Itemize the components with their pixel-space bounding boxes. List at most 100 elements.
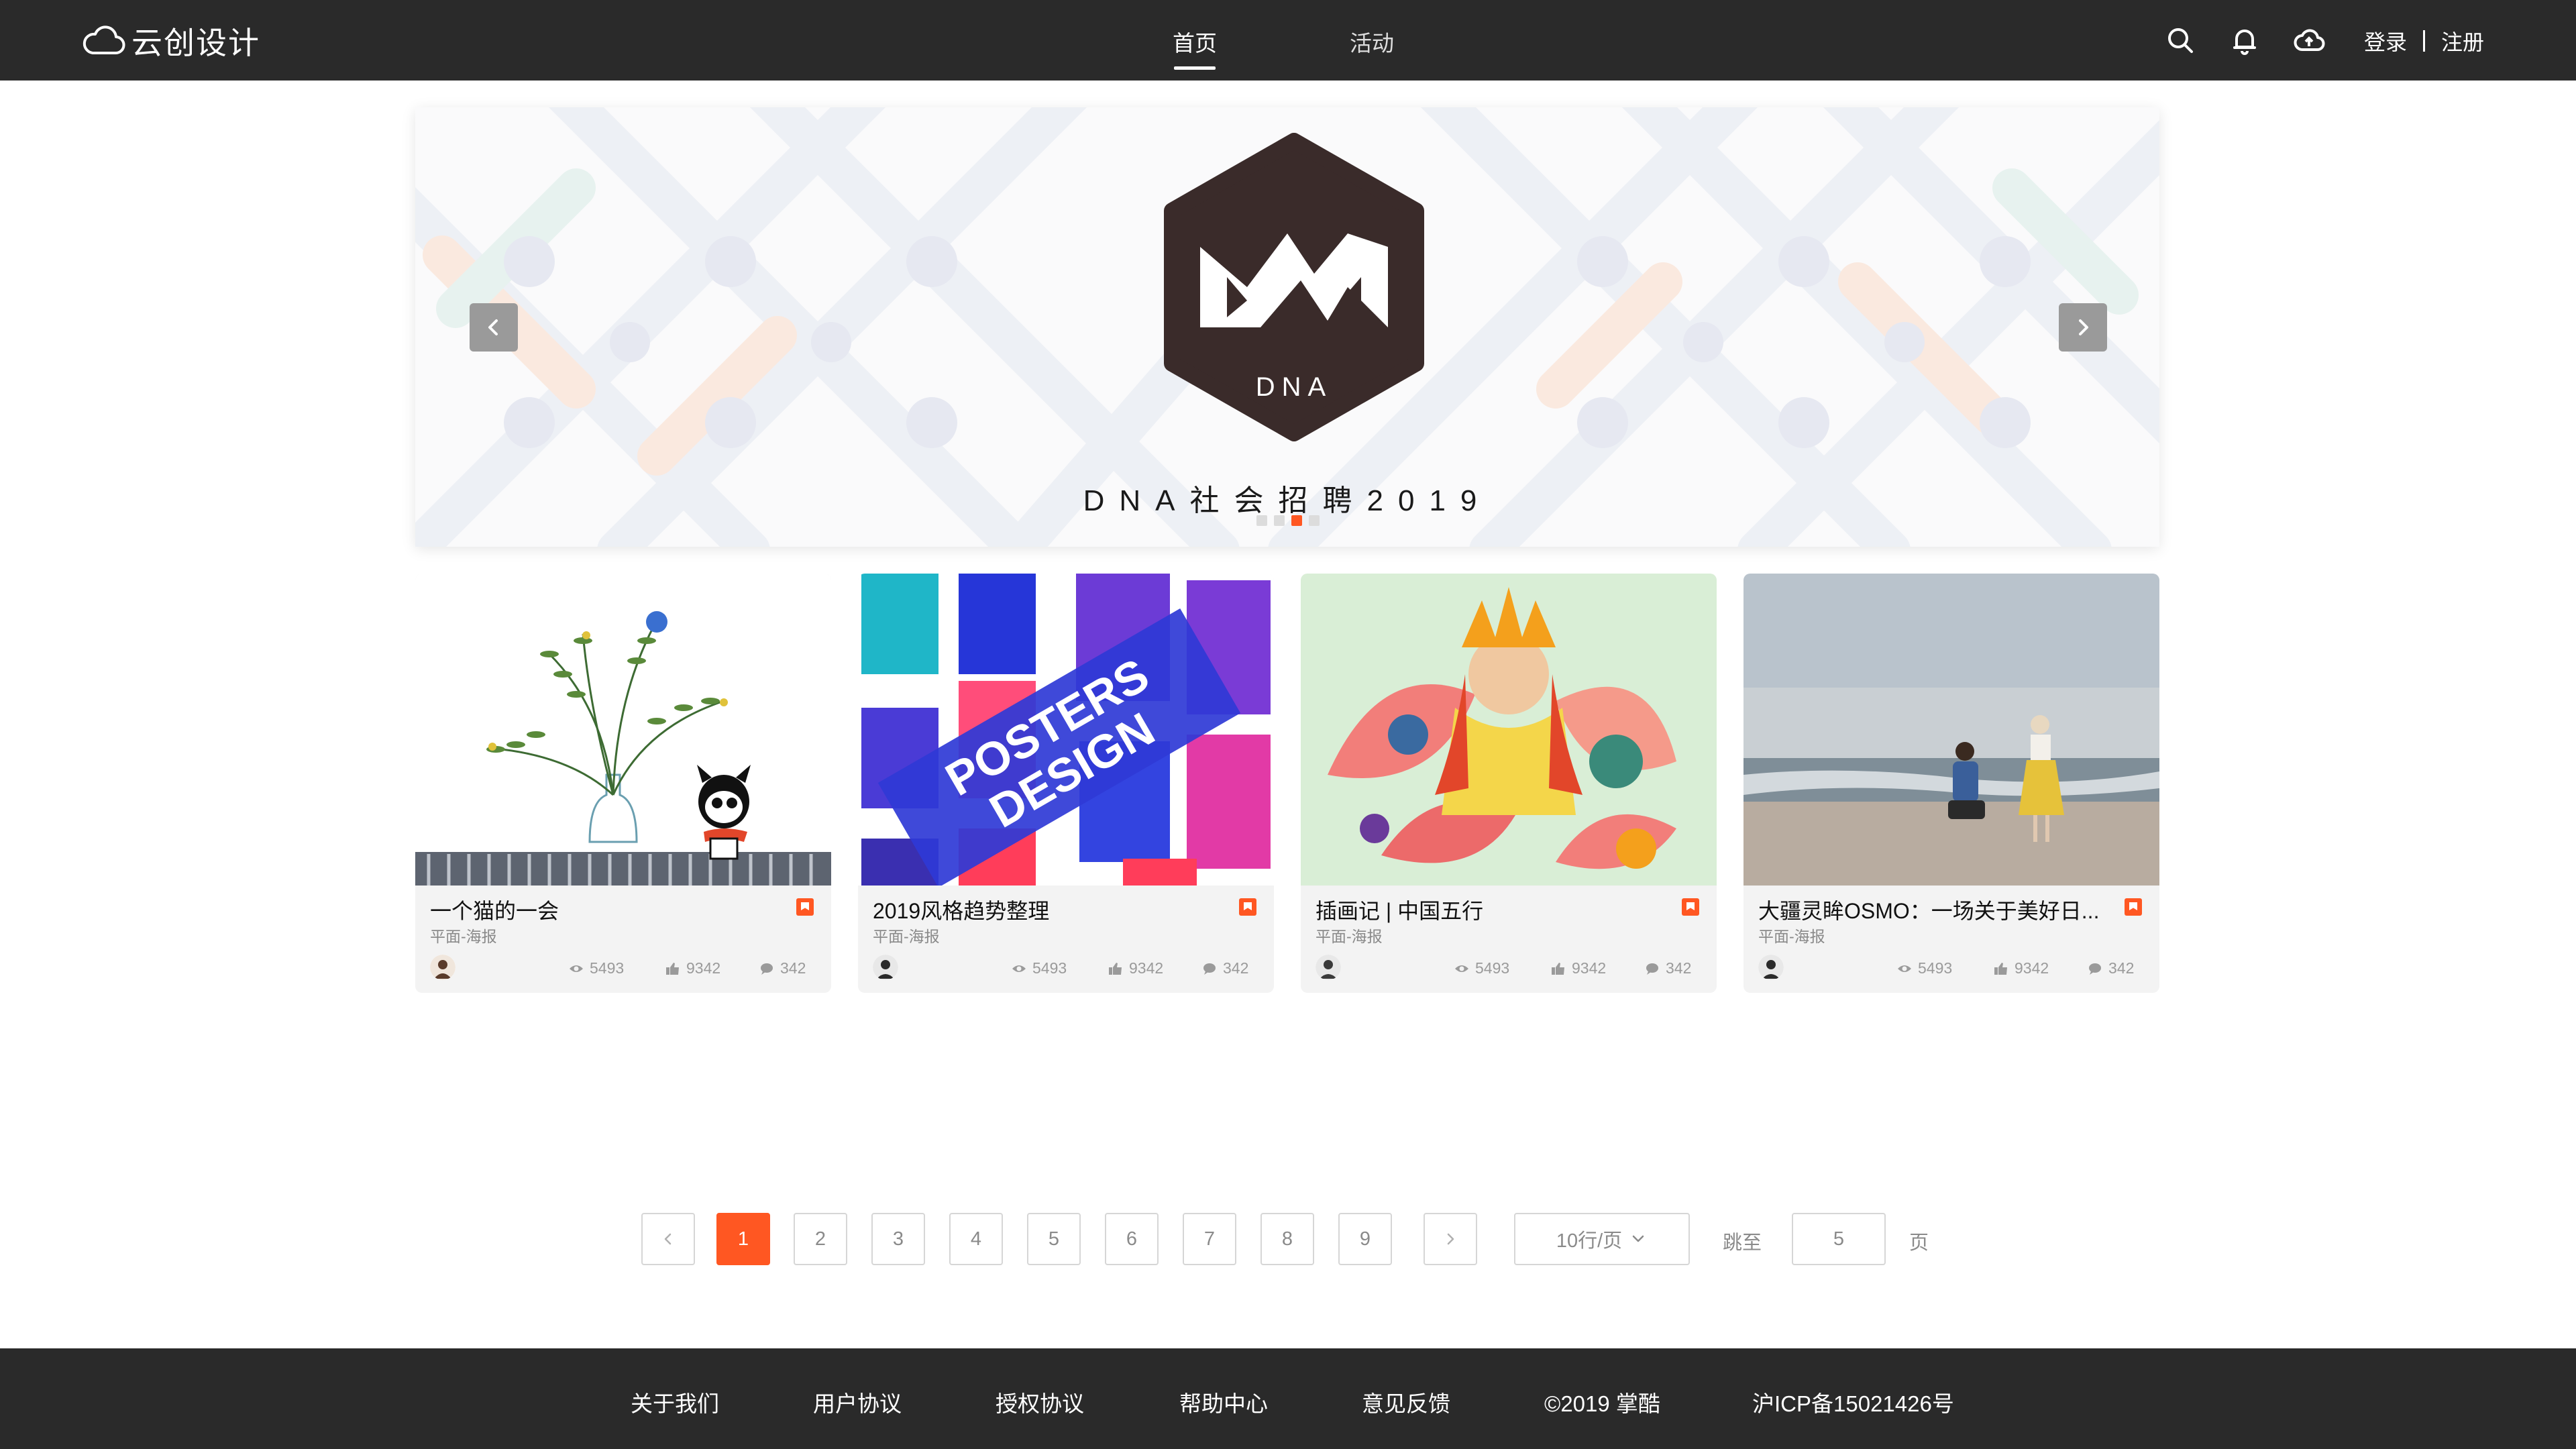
likes-stat[interactable]: 9342 — [1550, 959, 1606, 977]
carousel-dot-active[interactable] — [1291, 515, 1302, 526]
page-size-value: 10行/页 — [1556, 1230, 1623, 1252]
pagination-page-2[interactable]: 2 — [794, 1213, 847, 1265]
pagination-page-6[interactable]: 6 — [1105, 1213, 1159, 1265]
views-count: 5493 — [590, 959, 625, 977]
page-unit-label: 页 — [1909, 1232, 1929, 1254]
pagination-page-9[interactable]: 9 — [1338, 1213, 1392, 1265]
tab-activities-label: 活动 — [1350, 31, 1394, 56]
views-count: 5493 — [1032, 959, 1067, 977]
card-thumbnail[interactable] — [415, 574, 831, 885]
auth-links: 登录 注册 — [2364, 25, 2484, 56]
likes-count: 9342 — [1129, 959, 1164, 977]
thumbs-up-icon — [666, 962, 679, 975]
hero-banner[interactable]: DNA DNA社会招聘2019 — [415, 107, 2159, 547]
card-title[interactable]: 大疆灵眸OSMO：一场关于美好日... — [1758, 894, 2099, 925]
carousel-prev-button[interactable] — [470, 303, 518, 352]
tab-activities[interactable]: 活动 — [1350, 25, 1394, 58]
card-category: 平面-海报 — [430, 928, 497, 945]
footer — [0, 1348, 2576, 1449]
card-thumbnail[interactable]: POSTERS DESIGN — [858, 574, 1274, 885]
footer-link-user-agreement[interactable]: 用户协议 — [813, 1386, 902, 1418]
author-avatar[interactable] — [873, 955, 898, 980]
bookmark-icon[interactable] — [1239, 898, 1256, 916]
comments-count: 342 — [1666, 959, 1692, 977]
eye-icon — [1012, 965, 1026, 972]
footer-link-feedback[interactable]: 意见反馈 — [1362, 1386, 1450, 1418]
pagination-page-8[interactable]: 8 — [1260, 1213, 1314, 1265]
thumbs-up-icon — [1552, 962, 1564, 975]
tab-home[interactable]: 首页 — [1173, 25, 1217, 70]
likes-stat[interactable]: 9342 — [1993, 959, 2049, 977]
carousel-dot[interactable] — [1274, 515, 1285, 526]
cloud-upload-icon[interactable] — [2293, 24, 2325, 56]
jump-to-label: 跳至 — [1723, 1232, 1762, 1254]
work-card[interactable]: 一个猫的一会 平面-海报 5493 9342 342 — [415, 574, 831, 993]
views-stat: 5493 — [568, 959, 624, 977]
footer-icp-number[interactable]: 沪ICP备15021426号 — [1752, 1386, 1954, 1418]
eye-icon — [1455, 965, 1468, 972]
dna-logo-badge: DNA — [1164, 133, 1424, 441]
comments-stat[interactable]: 342 — [1201, 959, 1248, 977]
carousel-next-button[interactable] — [2059, 303, 2107, 352]
bookmark-icon[interactable] — [1682, 898, 1699, 916]
footer-link-license[interactable]: 授权协议 — [996, 1386, 1084, 1418]
card-title[interactable]: 2019风格趋势整理 — [873, 894, 1049, 925]
comments-count: 342 — [2108, 959, 2135, 977]
likes-stat[interactable]: 9342 — [1108, 959, 1163, 977]
tab-home-label: 首页 — [1173, 31, 1217, 56]
views-stat: 5493 — [1011, 959, 1067, 977]
pagination-page-7[interactable]: 7 — [1183, 1213, 1236, 1265]
thumbs-up-icon — [1994, 962, 2007, 975]
likes-stat[interactable]: 9342 — [665, 959, 720, 977]
login-link[interactable]: 登录 — [2364, 25, 2407, 56]
likes-count: 9342 — [2015, 959, 2049, 977]
active-tab-underline — [1174, 66, 1216, 70]
comments-stat[interactable]: 342 — [759, 959, 806, 977]
footer-link-help-center[interactable]: 帮助中心 — [1179, 1386, 1268, 1418]
author-avatar[interactable] — [1316, 955, 1341, 980]
comments-count: 342 — [780, 959, 806, 977]
page-size-select[interactable]: 10行/页 — [1514, 1213, 1690, 1265]
chevron-right-icon — [1447, 1233, 1454, 1245]
comments-stat[interactable]: 342 — [2087, 959, 2134, 977]
bookmark-icon[interactable] — [796, 898, 814, 916]
comment-icon — [2089, 963, 2101, 975]
dna-badge-text: DNA — [1256, 372, 1332, 402]
thumbs-up-icon — [1109, 962, 1122, 975]
author-avatar[interactable] — [430, 955, 455, 980]
logo[interactable]: 云创设计 — [80, 20, 260, 62]
chevron-left-icon — [488, 319, 498, 335]
work-card[interactable]: 大疆灵眸OSMO：一场关于美好日... 平面-海报 5493 9342 342 — [1743, 574, 2159, 993]
views-count: 5493 — [1918, 959, 1953, 977]
pagination-next-button[interactable] — [1424, 1213, 1477, 1265]
top-nav-bar: 云创设计 首页 活动 登录 注册 — [0, 0, 2576, 80]
footer-link-about[interactable]: 关于我们 — [631, 1386, 719, 1418]
work-card[interactable]: 插画记 | 中国五行 平面-海报 5493 9342 342 — [1301, 574, 1717, 993]
pagination-page-5[interactable]: 5 — [1027, 1213, 1081, 1265]
card-category: 平面-海报 — [1316, 928, 1383, 945]
card-title[interactable]: 一个猫的一会 — [430, 894, 559, 925]
carousel-dot[interactable] — [1256, 515, 1267, 526]
jump-page-input[interactable]: 5 — [1792, 1213, 1886, 1265]
comment-icon — [1203, 963, 1216, 975]
cloud-logo-icon — [83, 25, 125, 54]
pagination-page-1[interactable]: 1 — [716, 1213, 770, 1265]
pagination-page-4[interactable]: 4 — [949, 1213, 1003, 1265]
comments-stat[interactable]: 342 — [1644, 959, 1691, 977]
bell-icon[interactable] — [2229, 24, 2261, 56]
author-avatar[interactable] — [1758, 955, 1784, 980]
views-stat: 5493 — [1454, 959, 1509, 977]
register-link[interactable]: 注册 — [2441, 25, 2484, 56]
pagination-page-3[interactable]: 3 — [871, 1213, 925, 1265]
card-thumbnail[interactable] — [1301, 574, 1717, 885]
work-card[interactable]: POSTERS DESIGN 2019风格趋势整理 平面-海报 5493 934… — [858, 574, 1274, 993]
bookmark-icon[interactable] — [2125, 898, 2142, 916]
views-stat: 5493 — [1896, 959, 1952, 977]
pagination-prev-button[interactable] — [641, 1213, 695, 1265]
card-thumbnail[interactable] — [1743, 574, 2159, 885]
chevron-left-icon — [664, 1233, 672, 1245]
chevron-right-icon — [2079, 319, 2088, 335]
carousel-dot[interactable] — [1309, 515, 1320, 526]
card-title[interactable]: 插画记 | 中国五行 — [1316, 894, 1483, 925]
search-icon[interactable] — [2164, 24, 2196, 56]
